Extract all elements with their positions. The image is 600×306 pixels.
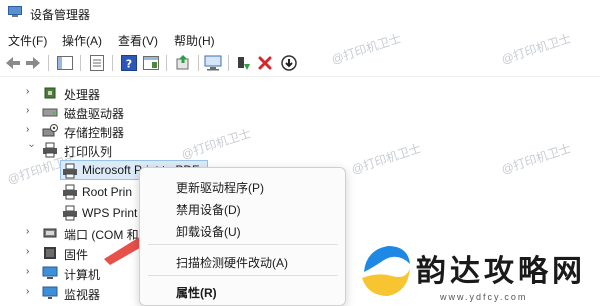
chevron-down-icon[interactable]: › <box>26 144 37 154</box>
enable-device-icon[interactable] <box>234 54 252 72</box>
console-window-icon[interactable] <box>142 54 160 72</box>
title-bar: 设备管理器 <box>0 0 600 26</box>
logo-mark-icon <box>362 246 410 296</box>
printer-icon <box>63 163 77 179</box>
monitor-icon <box>42 286 58 299</box>
printer-icon <box>63 205 77 221</box>
show-hide-console-tree-icon[interactable] <box>56 54 74 72</box>
window-title: 设备管理器 <box>30 8 91 22</box>
toolbar-separator <box>228 55 229 71</box>
tree-item-label: 打印队列 <box>64 145 113 159</box>
menu-item-scan-hardware[interactable]: 扫描检测硬件改动(A) <box>176 254 288 271</box>
firmware-icon <box>44 247 56 259</box>
menu-view[interactable]: 查看(V) <box>118 32 158 49</box>
logo-text: 韵达攻略网 <box>416 254 586 289</box>
disable-device-icon[interactable] <box>280 54 298 72</box>
scan-hardware-icon[interactable] <box>204 54 222 72</box>
device-manager-icon <box>8 6 22 17</box>
menu-item-update-driver[interactable]: 更新驱动程序(P) <box>176 179 264 196</box>
toolbar-separator <box>166 55 167 71</box>
tree-item-label: 固件 <box>64 248 89 262</box>
menu-help[interactable]: 帮助(H) <box>174 32 215 49</box>
toolbar-separator <box>48 55 49 71</box>
menu-file[interactable]: 文件(F) <box>8 32 47 49</box>
logo-url: www.ydfcy.com <box>440 292 528 302</box>
menu-item-disable-device[interactable]: 禁用设备(D) <box>176 201 241 218</box>
menu-action[interactable]: 操作(A) <box>62 32 102 49</box>
back-icon[interactable] <box>4 54 22 72</box>
properties-icon[interactable] <box>88 54 106 72</box>
toolbar-separator <box>112 55 113 71</box>
forward-icon[interactable] <box>24 54 42 72</box>
menu-separator <box>148 244 338 245</box>
tree-item-print-queues[interactable]: › 打印队列 <box>0 139 600 161</box>
chevron-right-icon[interactable]: › <box>26 125 36 135</box>
computer-icon <box>42 266 58 279</box>
toolbar-separator <box>198 55 199 71</box>
menu-item-properties[interactable]: 属性(R) <box>176 284 217 301</box>
disk-icon <box>42 108 58 117</box>
port-icon <box>43 228 57 238</box>
chevron-right-icon[interactable]: › <box>26 267 36 277</box>
update-driver-icon[interactable] <box>174 54 192 72</box>
tree-item-label: 计算机 <box>64 268 101 282</box>
storage-controller-icon <box>42 124 58 137</box>
chevron-right-icon[interactable]: › <box>26 106 36 116</box>
menu-separator <box>148 275 338 276</box>
tree-item-label: 监视器 <box>64 288 101 302</box>
context-menu: 更新驱动程序(P) 禁用设备(D) 卸载设备(U) 扫描检测硬件改动(A) 属性… <box>139 167 346 306</box>
chevron-right-icon[interactable]: › <box>26 247 36 257</box>
tree-child-label: Root Prin <box>82 185 133 199</box>
chevron-right-icon[interactable]: › <box>26 287 36 297</box>
help-icon[interactable]: ? <box>120 54 138 72</box>
svg-text:?: ? <box>126 58 132 71</box>
printer-icon <box>63 184 77 200</box>
toolbar-separator <box>80 55 81 71</box>
uninstall-device-icon[interactable] <box>256 54 274 72</box>
menu-item-uninstall-device[interactable]: 卸载设备(U) <box>176 223 241 240</box>
processor-icon <box>44 87 56 99</box>
chevron-right-icon[interactable]: › <box>26 87 36 97</box>
chevron-right-icon[interactable]: › <box>26 227 36 237</box>
menu-bar: 文件(F) 操作(A) 查看(V) 帮助(H) <box>0 28 600 50</box>
site-logo: 韵达攻略网 www.ydfcy.com <box>352 240 600 306</box>
printer-icon <box>43 142 57 158</box>
